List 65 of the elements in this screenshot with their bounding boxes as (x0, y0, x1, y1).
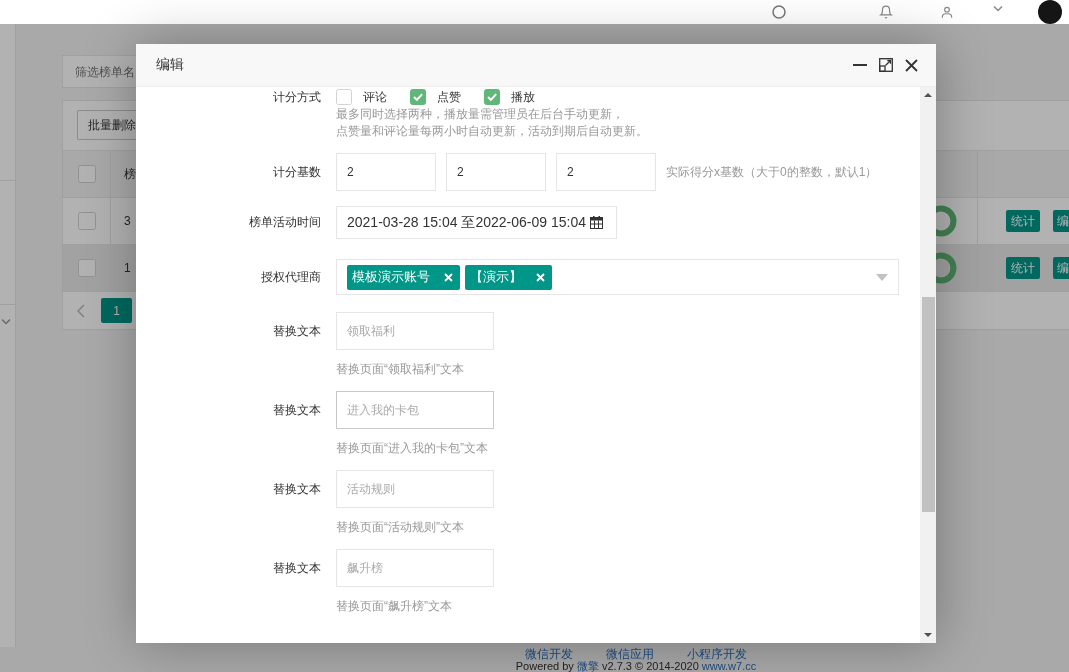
form-label: 替换文本 (273, 323, 321, 340)
hint-text: 最多同时选择两种，播放量需管理员在后台手动更新， (336, 106, 624, 123)
tag: 模板演示账号 (347, 264, 460, 290)
text-input[interactable]: 领取福利 (336, 312, 494, 350)
hint-text: 替换页面“进入我的卡包”文本 (336, 440, 488, 457)
table-cell: 3 (124, 214, 131, 228)
hint-text: 替换页面“领取福利”文本 (336, 361, 464, 378)
form-label: 计分方式 (273, 89, 321, 106)
site-link[interactable]: www.w7.cc (701, 660, 757, 672)
footer-link[interactable]: 微信应用 (606, 647, 654, 661)
maximize-icon[interactable] (879, 58, 893, 72)
calendar-icon (589, 216, 603, 229)
checkbox[interactable] (410, 89, 426, 105)
text-input[interactable]: 2 (556, 153, 656, 191)
modal-title: 编辑 (156, 56, 184, 74)
batch-delete-button[interactable]: 批量删除 (77, 110, 136, 140)
checkbox-label[interactable]: 播放 (511, 88, 535, 106)
ring-icon (936, 252, 957, 284)
form-label: 授权代理商 (261, 269, 321, 286)
bell-icon[interactable] (879, 5, 893, 19)
text-input[interactable]: 活动规则 (336, 470, 494, 508)
page-button[interactable]: 1 (101, 298, 132, 323)
text-input[interactable]: 2 (336, 153, 436, 191)
checkbox[interactable] (484, 89, 500, 105)
powered-by-text: Powered by 微擎 v2.7.3 © 2014-2020 www.w7.cc (515, 661, 757, 672)
hint-text: 替换页面“活动规则”文本 (336, 519, 464, 536)
footer-link[interactable]: 微信开发 (525, 647, 573, 661)
circle-icon[interactable] (772, 5, 786, 19)
scrollbar[interactable] (920, 87, 936, 643)
scrollbar-thumb[interactable] (921, 297, 935, 512)
checkbox-label[interactable]: 评论 (363, 88, 387, 106)
form-label: 替换文本 (273, 481, 321, 498)
chevron-left-icon[interactable] (76, 303, 86, 318)
avatar[interactable] (1038, 0, 1062, 24)
form-label: 榜单活动时间 (249, 214, 321, 231)
text-input[interactable]: 飙升榜 (336, 549, 494, 587)
ring-icon (936, 205, 957, 237)
chevron-down-icon[interactable] (1, 318, 11, 326)
form-label: 替换文本 (273, 560, 321, 577)
checkbox[interactable] (336, 89, 352, 105)
hint-text: 实际得分x基数（大于0的整数，默认1） (666, 164, 878, 181)
tag: 【演示】 (465, 264, 552, 290)
user-icon[interactable] (940, 5, 954, 19)
date-range-field[interactable]: 2021-03-28 15:04 至2022-06-09 15:04 (336, 206, 617, 239)
close-icon[interactable] (905, 58, 918, 72)
text-input[interactable]: 2 (446, 153, 546, 191)
checkbox-label[interactable]: 点赞 (437, 88, 461, 106)
checkbox[interactable] (77, 212, 96, 230)
chevron-down-icon[interactable] (993, 5, 1003, 13)
table-action-button[interactable]: 编 (1053, 257, 1069, 279)
table-action-button[interactable]: 统计 (1006, 257, 1040, 279)
brand-link[interactable]: 微擎 (576, 660, 599, 672)
table-action-button[interactable]: 编 (1053, 210, 1069, 232)
form-label: 替换文本 (273, 402, 321, 419)
hint-text: 点赞量和评论量每两小时自动更新，活动到期后自动更新。 (336, 123, 648, 140)
column-header: 榜 (124, 165, 136, 183)
checkbox[interactable] (77, 165, 96, 183)
checkbox[interactable] (77, 259, 96, 277)
table-cell: 1 (124, 261, 131, 275)
filter-field[interactable]: 筛选榜单名 (62, 55, 136, 88)
footer-link[interactable]: 小程序开发 (687, 647, 747, 661)
form-label: 计分基数 (273, 164, 321, 181)
hint-text: 替换页面“飙升榜”文本 (336, 598, 452, 615)
table-action-button[interactable]: 统计 (1006, 210, 1040, 232)
text-input[interactable]: 进入我的卡包 (336, 391, 494, 429)
